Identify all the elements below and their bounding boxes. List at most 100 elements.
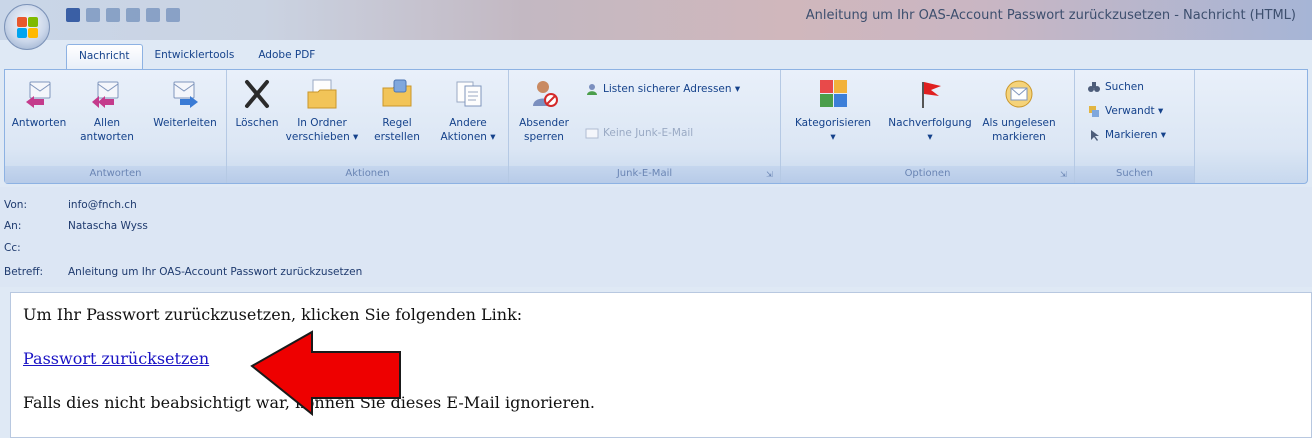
window-title: Anleitung um Ihr OAS-Account Passwort zu…	[805, 8, 1296, 23]
save-icon[interactable]	[66, 8, 80, 22]
red-arrow-annotation	[250, 330, 401, 416]
move-to-folder-label-1: In Ordner	[297, 117, 347, 129]
select-cursor-icon	[1091, 130, 1099, 141]
forward-button[interactable]: Weiterleiten	[149, 78, 221, 130]
office-logo-icon	[17, 17, 39, 39]
group-label-suchen: Suchen	[1075, 166, 1194, 183]
cc-row: Cc:	[4, 242, 68, 254]
subject-value: Anleitung um Ihr OAS-Account Passwort zu…	[68, 266, 363, 278]
to-label: An:	[4, 220, 22, 232]
reply-button[interactable]: Antworten	[11, 78, 67, 130]
reply-all-button[interactable]: Allen antworten	[77, 78, 137, 144]
reply-label: Antworten	[11, 117, 67, 129]
group-aktionen: Löschen In Ordner verschieben ▾ Regel er…	[227, 70, 509, 183]
create-rule-label-1: Regel	[382, 117, 412, 129]
customize-qat-icon[interactable]	[166, 8, 180, 22]
mark-unread-icon	[1005, 80, 1033, 108]
other-actions-icon	[456, 81, 482, 107]
options-dialog-launcher-icon[interactable]: ⇲	[1060, 170, 1070, 180]
safe-list-label: Listen sicherer Adressen ▾	[603, 83, 741, 95]
tab-entwicklertools[interactable]: Entwicklertools	[143, 44, 247, 70]
subject-row: Betreff: Anleitung um Ihr OAS-Account Pas…	[4, 266, 362, 278]
related-icon	[1089, 106, 1099, 117]
from-label: Von:	[4, 199, 27, 211]
categorize-label: Kategorisieren	[794, 117, 872, 129]
group-antworten: Antworten Allen antworten Weiterleiten A…	[5, 70, 227, 183]
follow-up-flag-icon	[922, 82, 941, 108]
mark-unread-button[interactable]: Als ungelesen markieren	[977, 78, 1061, 144]
quick-access-toolbar	[66, 6, 256, 24]
safe-list-icon	[587, 84, 597, 95]
message-body: Um Ihr Passwort zurückzusetzen, klicken …	[10, 292, 1312, 438]
binoculars-icon	[1088, 82, 1100, 92]
block-sender-label-1: Absender	[519, 117, 569, 129]
follow-up-dropdown-icon: ▾	[927, 131, 933, 143]
group-label-antworten: Antworten	[5, 166, 226, 183]
create-rule-button[interactable]: Regel erstellen	[367, 78, 427, 144]
reset-password-link[interactable]: Passwort zurücksetzen	[23, 349, 209, 368]
other-actions-label-2: Aktionen ▾	[440, 131, 496, 143]
reply-all-label-1: Allen	[93, 117, 121, 129]
block-sender-label-2: sperren	[524, 131, 564, 143]
delete-icon	[245, 80, 269, 108]
message-header: Von: info@fnch.ch An: Natascha Wyss Cc: Be…	[0, 187, 1312, 287]
categorize-icon	[820, 80, 847, 107]
select-button[interactable]: Markieren ▾	[1087, 126, 1166, 144]
junk-dialog-launcher-icon[interactable]: ⇲	[766, 170, 776, 180]
to-value[interactable]: Natascha Wyss	[68, 220, 148, 232]
create-rule-icon	[382, 79, 412, 107]
not-junk-icon	[585, 128, 599, 139]
block-sender-icon	[533, 81, 558, 107]
reply-all-icon	[92, 81, 119, 108]
office-button[interactable]	[4, 4, 50, 50]
ribbon: Antworten Allen antworten Weiterleiten A…	[4, 69, 1308, 184]
delete-label: Löschen	[235, 117, 279, 129]
body-intro-text: Um Ihr Passwort zurückzusetzen, klicken …	[23, 305, 523, 324]
create-rule-label-2: erstellen	[374, 131, 420, 143]
reply-all-label-2: antworten	[80, 131, 134, 143]
from-value[interactable]: info@fnch.ch	[68, 199, 137, 211]
other-actions-button[interactable]: Andere Aktionen ▾	[433, 78, 503, 144]
redo-icon[interactable]	[106, 8, 120, 22]
block-sender-button[interactable]: Absender sperren	[517, 78, 571, 144]
categorize-dropdown-icon: ▾	[830, 131, 836, 143]
mark-unread-label-2: markieren	[992, 131, 1046, 143]
title-bar: Anleitung um Ihr OAS-Account Passwort zu…	[0, 0, 1312, 40]
ribbon-tabs: Nachricht Entwicklertools Adobe PDF	[66, 44, 327, 70]
find-label: Suchen	[1105, 81, 1144, 93]
group-label-junk: Junk-E-Mail	[509, 166, 780, 183]
from-row: Von: info@fnch.ch	[4, 199, 137, 211]
delete-button[interactable]: Löschen	[233, 78, 281, 130]
move-to-folder-button[interactable]: In Ordner verschieben ▾	[283, 78, 361, 144]
safe-list-button[interactable]: Listen sicherer Adressen ▾	[585, 80, 740, 98]
other-actions-label-1: Andere	[449, 117, 487, 129]
not-junk-button[interactable]: Keine Junk-E-Mail	[585, 124, 693, 142]
follow-up-button[interactable]: Nachverfolgung ▾	[885, 78, 975, 144]
outlook-message-window: Anleitung um Ihr OAS-Account Passwort zu…	[0, 0, 1312, 438]
tab-nachricht[interactable]: Nachricht	[66, 44, 143, 70]
group-junk-email: Absender sperren Listen sicherer Adresse…	[509, 70, 781, 183]
mark-unread-label-1: Als ungelesen	[982, 117, 1056, 129]
move-to-folder-icon	[307, 79, 337, 109]
down-icon[interactable]	[146, 8, 160, 22]
find-button[interactable]: Suchen	[1087, 78, 1144, 96]
related-label: Verwandt ▾	[1105, 105, 1164, 117]
forward-label: Weiterleiten	[153, 117, 217, 129]
cc-label: Cc:	[4, 242, 21, 254]
related-button[interactable]: Verwandt ▾	[1087, 102, 1163, 120]
select-label: Markieren ▾	[1105, 129, 1167, 141]
move-to-folder-label-2: verschieben ▾	[285, 131, 359, 143]
undo-icon[interactable]	[86, 8, 100, 22]
group-optionen: Kategorisieren ▾ Nachverfolgung ▾ Als un…	[781, 70, 1075, 183]
group-suchen: Suchen Verwandt ▾ Markieren ▾ Suchen	[1075, 70, 1195, 183]
to-row: An: Natascha Wyss	[4, 220, 148, 232]
forward-icon	[173, 81, 198, 108]
tab-adobe-pdf[interactable]: Adobe PDF	[246, 44, 327, 70]
up-icon[interactable]	[126, 8, 140, 22]
group-label-optionen: Optionen	[781, 166, 1074, 183]
reply-icon	[26, 81, 51, 108]
group-label-aktionen: Aktionen	[227, 166, 508, 183]
not-junk-label: Keine Junk-E-Mail	[603, 127, 694, 139]
categorize-button[interactable]: Kategorisieren ▾	[785, 78, 881, 144]
subject-label: Betreff:	[4, 266, 44, 278]
